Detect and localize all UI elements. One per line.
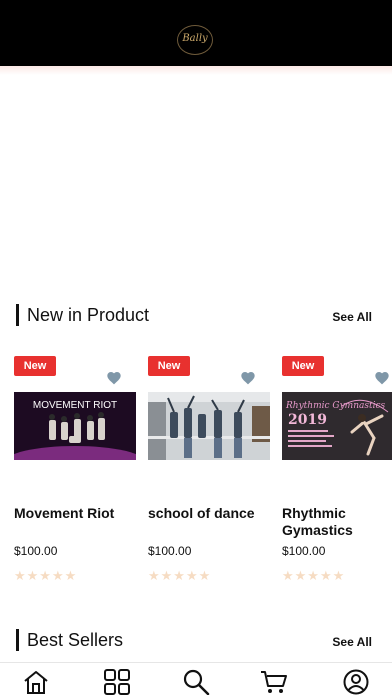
new-badge: New <box>14 356 56 376</box>
rhythmic-gymnastics-poster: Rhythmic Gymnastics 2019 <box>282 392 392 460</box>
movement-riot-photo: MOVEMENT RIOT <box>14 392 136 460</box>
brand-logo-icon[interactable]: Bally <box>177 25 213 55</box>
product-price: $100.00 <box>282 544 326 558</box>
new-badge: New <box>282 356 324 376</box>
product-name[interactable]: Movement Riot <box>14 505 138 522</box>
product-image-school-of-dance[interactable] <box>148 392 270 460</box>
see-all-best-sellers-link[interactable]: See All <box>332 635 372 649</box>
header-shadow-strip <box>0 66 392 75</box>
rating-stars: ★★★★★ <box>14 568 78 583</box>
rating-stars: ★★★★★ <box>148 568 212 583</box>
categories-grid-icon[interactable] <box>103 669 131 695</box>
cart-icon[interactable] <box>260 669 288 695</box>
product-card[interactable]: New Rhythmic Gymnastics 2019 Rhythmic Gy… <box>282 356 392 596</box>
product-image-rhythmic-gymnastics[interactable]: Rhythmic Gymnastics 2019 <box>282 392 392 460</box>
home-icon[interactable] <box>22 669 50 695</box>
heart-icon[interactable] <box>374 370 390 386</box>
product-name[interactable]: school of dance <box>148 505 272 522</box>
product-card[interactable]: New MOVEMENT RIOT Movement Riot $100.00 … <box>14 356 138 596</box>
section-header-new-in-product: New in Product <box>16 304 149 326</box>
section-header-best-sellers: Best Sellers <box>16 629 123 651</box>
see-all-new-products-link[interactable]: See All <box>332 310 372 324</box>
poster-year: 2019 <box>288 412 327 428</box>
section-title: Best Sellers <box>27 629 124 650</box>
section-accent-bar <box>16 629 19 651</box>
heart-icon[interactable] <box>106 370 122 386</box>
image-caption: MOVEMENT RIOT <box>33 400 117 411</box>
heart-icon[interactable] <box>240 370 256 386</box>
section-accent-bar <box>16 304 19 326</box>
product-name[interactable]: Rhythmic Gymastics <box>282 505 392 539</box>
section-title: New in Product <box>27 304 150 325</box>
brand-logo-text: Bally <box>182 33 208 44</box>
rating-stars: ★★★★★ <box>282 568 346 583</box>
bottom-navigation <box>0 662 392 696</box>
top-bar: Bally <box>0 0 392 66</box>
search-icon[interactable] <box>182 669 210 695</box>
product-card[interactable]: New school of dance $100.00 ★★★★★ <box>148 356 272 596</box>
profile-icon[interactable] <box>342 669 370 695</box>
product-price: $100.00 <box>14 544 58 558</box>
product-image-movement-riot[interactable]: MOVEMENT RIOT <box>14 392 136 460</box>
school-of-dance-photo <box>148 392 270 460</box>
new-badge: New <box>148 356 190 376</box>
product-price: $100.00 <box>148 544 192 558</box>
